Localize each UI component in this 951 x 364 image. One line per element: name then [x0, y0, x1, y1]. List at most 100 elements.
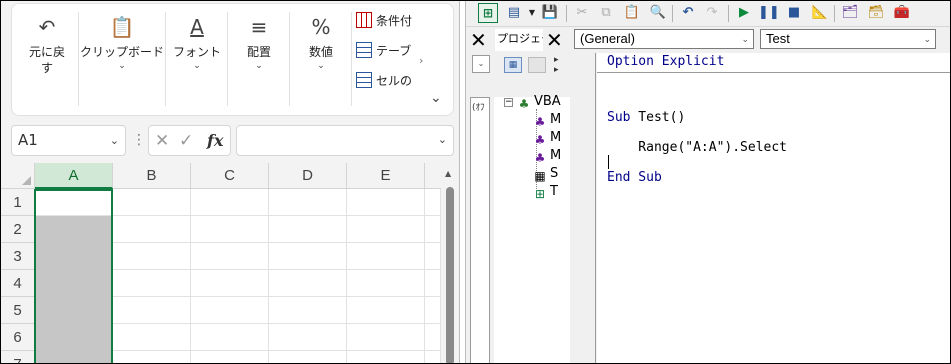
grid-cell[interactable]: [113, 297, 191, 324]
conditional-formatting-button[interactable]: 条件付: [356, 10, 412, 32]
row-header[interactable]: 4: [1, 270, 35, 297]
properties-icon[interactable]: 🗃: [866, 3, 886, 23]
tree-node-module[interactable]: ♣ M: [532, 112, 562, 130]
grid-cell[interactable]: [425, 243, 441, 270]
design-mode-icon[interactable]: 📐: [810, 3, 830, 23]
select-all-button[interactable]: [1, 163, 35, 189]
number-group[interactable]: % 数値 ⌄: [291, 4, 351, 115]
grid-cell[interactable]: [425, 270, 441, 297]
row-header[interactable]: 3: [1, 243, 35, 270]
toggle-folders-icon[interactable]: ▸ ▸: [554, 55, 559, 75]
grid-cell[interactable]: [113, 216, 191, 243]
cut-icon[interactable]: ✂: [572, 3, 592, 23]
grid-cell[interactable]: [191, 189, 269, 216]
column-header-c[interactable]: C: [191, 163, 269, 189]
grid-cell[interactable]: [269, 270, 347, 297]
tree-node-module[interactable]: ♣ M: [532, 148, 562, 166]
project-explorer-icon[interactable]: 🗂: [840, 3, 860, 23]
reset-icon[interactable]: ■: [784, 3, 804, 23]
grid-cell[interactable]: [347, 243, 425, 270]
tree-node-sheet[interactable]: ▦ S: [532, 166, 558, 184]
grid-cell[interactable]: [269, 243, 347, 270]
grid-cell[interactable]: [35, 297, 113, 324]
chevron-down-icon[interactable]: ⌄: [438, 133, 447, 146]
object-browser-icon[interactable]: 🧰: [892, 3, 912, 23]
name-box[interactable]: A1 ⌄: [11, 125, 126, 156]
ribbon-collapse-icon[interactable]: ⌄: [430, 90, 442, 106]
grid-cell[interactable]: [35, 324, 113, 351]
chevron-down-icon[interactable]: ⌄: [110, 126, 119, 155]
grid-cell[interactable]: [425, 324, 441, 351]
clipboard-group[interactable]: 📋 クリップボード ⌄: [80, 4, 164, 115]
run-icon[interactable]: ▶: [734, 3, 754, 23]
grid-cell[interactable]: [269, 324, 347, 351]
code-margin[interactable]: [574, 53, 596, 363]
grid-cell[interactable]: [113, 243, 191, 270]
chevron-down-icon[interactable]: ⌄: [741, 30, 749, 48]
grid-cell[interactable]: [35, 243, 113, 270]
grid-cell[interactable]: [347, 189, 425, 216]
tree-root-vbaproject[interactable]: ♣ VBA: [516, 94, 561, 112]
close-icon[interactable]: ✕: [546, 29, 563, 51]
grid-cell[interactable]: [113, 351, 191, 363]
object-dropdown[interactable]: (General) ⌄: [574, 29, 754, 49]
grid-cell[interactable]: [35, 270, 113, 297]
font-group[interactable]: A フォント ⌄: [167, 4, 227, 115]
row-header[interactable]: 5: [1, 297, 35, 324]
vertical-scrollbar[interactable]: ▲: [441, 163, 459, 363]
grid-cell[interactable]: [425, 216, 441, 243]
view-object-icon[interactable]: [528, 57, 546, 73]
row-header[interactable]: 1: [1, 189, 35, 216]
break-icon[interactable]: ❚❚: [758, 3, 780, 23]
grid-cell[interactable]: [347, 297, 425, 324]
grid-cell[interactable]: [191, 351, 269, 363]
column-header-a[interactable]: A: [35, 163, 113, 189]
excel-view-icon[interactable]: ⊞: [478, 3, 498, 23]
grid-cell[interactable]: [35, 189, 113, 216]
paste-icon[interactable]: 📋: [622, 3, 642, 23]
cell-styles-button[interactable]: セルの: [356, 70, 412, 92]
row-header[interactable]: 7: [1, 351, 35, 363]
grid-cell[interactable]: [347, 351, 425, 363]
collapse-node-icon[interactable]: −: [504, 98, 513, 107]
chevron-down-icon[interactable]: ⌄: [923, 30, 931, 48]
formula-input[interactable]: ⌄: [236, 125, 454, 156]
alignment-group[interactable]: ≡ 配置 ⌄: [229, 4, 289, 115]
column-header-e[interactable]: E: [347, 163, 425, 189]
tree-node-module[interactable]: ♣ M: [532, 130, 562, 148]
chevron-right-icon[interactable]: ›: [419, 54, 423, 67]
grid-cell[interactable]: [347, 216, 425, 243]
column-header-f[interactable]: [425, 163, 441, 189]
insert-function-icon[interactable]: fx: [207, 129, 223, 153]
grid-cell[interactable]: [113, 189, 191, 216]
row-header[interactable]: 2: [1, 216, 35, 243]
formula-bar-grip-icon[interactable]: ⋮: [132, 129, 146, 151]
grid-cell[interactable]: [347, 270, 425, 297]
grid-cell[interactable]: [269, 351, 347, 363]
chevron-down-icon[interactable]: ⌄: [472, 55, 490, 73]
scroll-up-icon[interactable]: ▲: [445, 169, 451, 178]
row-header[interactable]: 6: [1, 324, 35, 351]
code-editor[interactable]: Option Explicit Sub Test() Range("A:A").…: [597, 53, 950, 363]
enter-icon[interactable]: ✓: [179, 129, 193, 153]
undo-icon[interactable]: ↶: [678, 3, 698, 23]
format-as-table-button[interactable]: テーブ: [356, 40, 411, 62]
grid-cell[interactable]: [113, 324, 191, 351]
undo-group[interactable]: ↶ 元に戻 す: [18, 4, 76, 115]
grid-cell[interactable]: [191, 270, 269, 297]
redo-icon[interactable]: ↷: [702, 3, 722, 23]
save-icon[interactable]: 💾: [540, 3, 560, 23]
close-icon[interactable]: ✕: [470, 29, 487, 51]
tree-node-thisworkbook[interactable]: ⊞ T: [532, 184, 558, 202]
grid-cell[interactable]: [191, 324, 269, 351]
column-header-d[interactable]: D: [269, 163, 347, 189]
grid-cell[interactable]: [269, 297, 347, 324]
grid-cell[interactable]: [35, 216, 113, 243]
grid-cell[interactable]: [191, 243, 269, 270]
grid-cell[interactable]: [269, 216, 347, 243]
view-code-icon[interactable]: ▦: [504, 57, 522, 73]
grid-cell[interactable]: [191, 216, 269, 243]
grid-cell[interactable]: [113, 270, 191, 297]
grid-cell[interactable]: [425, 297, 441, 324]
grid-cell[interactable]: [35, 351, 113, 363]
